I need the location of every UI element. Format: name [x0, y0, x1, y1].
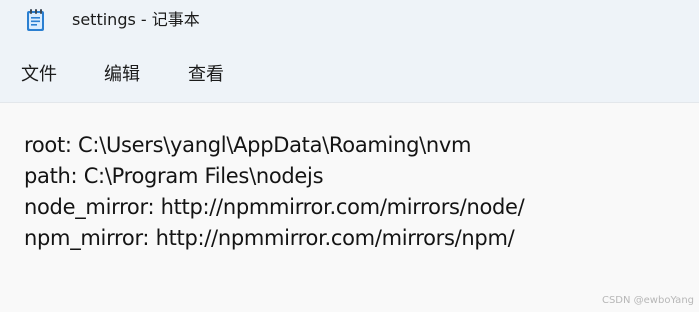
menu-file[interactable]: 文件 — [21, 63, 57, 87]
menu-view[interactable]: 查看 — [188, 63, 224, 87]
menu-edit[interactable]: 编辑 — [104, 63, 140, 87]
watermark: CSDN @ewboYang — [601, 295, 694, 306]
text-line: node_mirror: http://npmmirror.com/mirror… — [24, 195, 525, 219]
text-editor[interactable]: root: C:\Users\yangl\AppData\Roaming\nvm… — [0, 103, 699, 312]
text-line: npm_mirror: http://npmmirror.com/mirrors… — [24, 226, 515, 250]
window-title: settings - 记事本 — [72, 10, 200, 29]
title-bar: settings - 记事本 — [0, 0, 699, 44]
text-line: path: C:\Program Files\nodejs — [24, 164, 324, 188]
text-line: root: C:\Users\yangl\AppData\Roaming\nvm — [24, 133, 472, 157]
notepad-icon — [26, 8, 46, 32]
menu-bar: 文件 编辑 查看 — [0, 44, 699, 103]
